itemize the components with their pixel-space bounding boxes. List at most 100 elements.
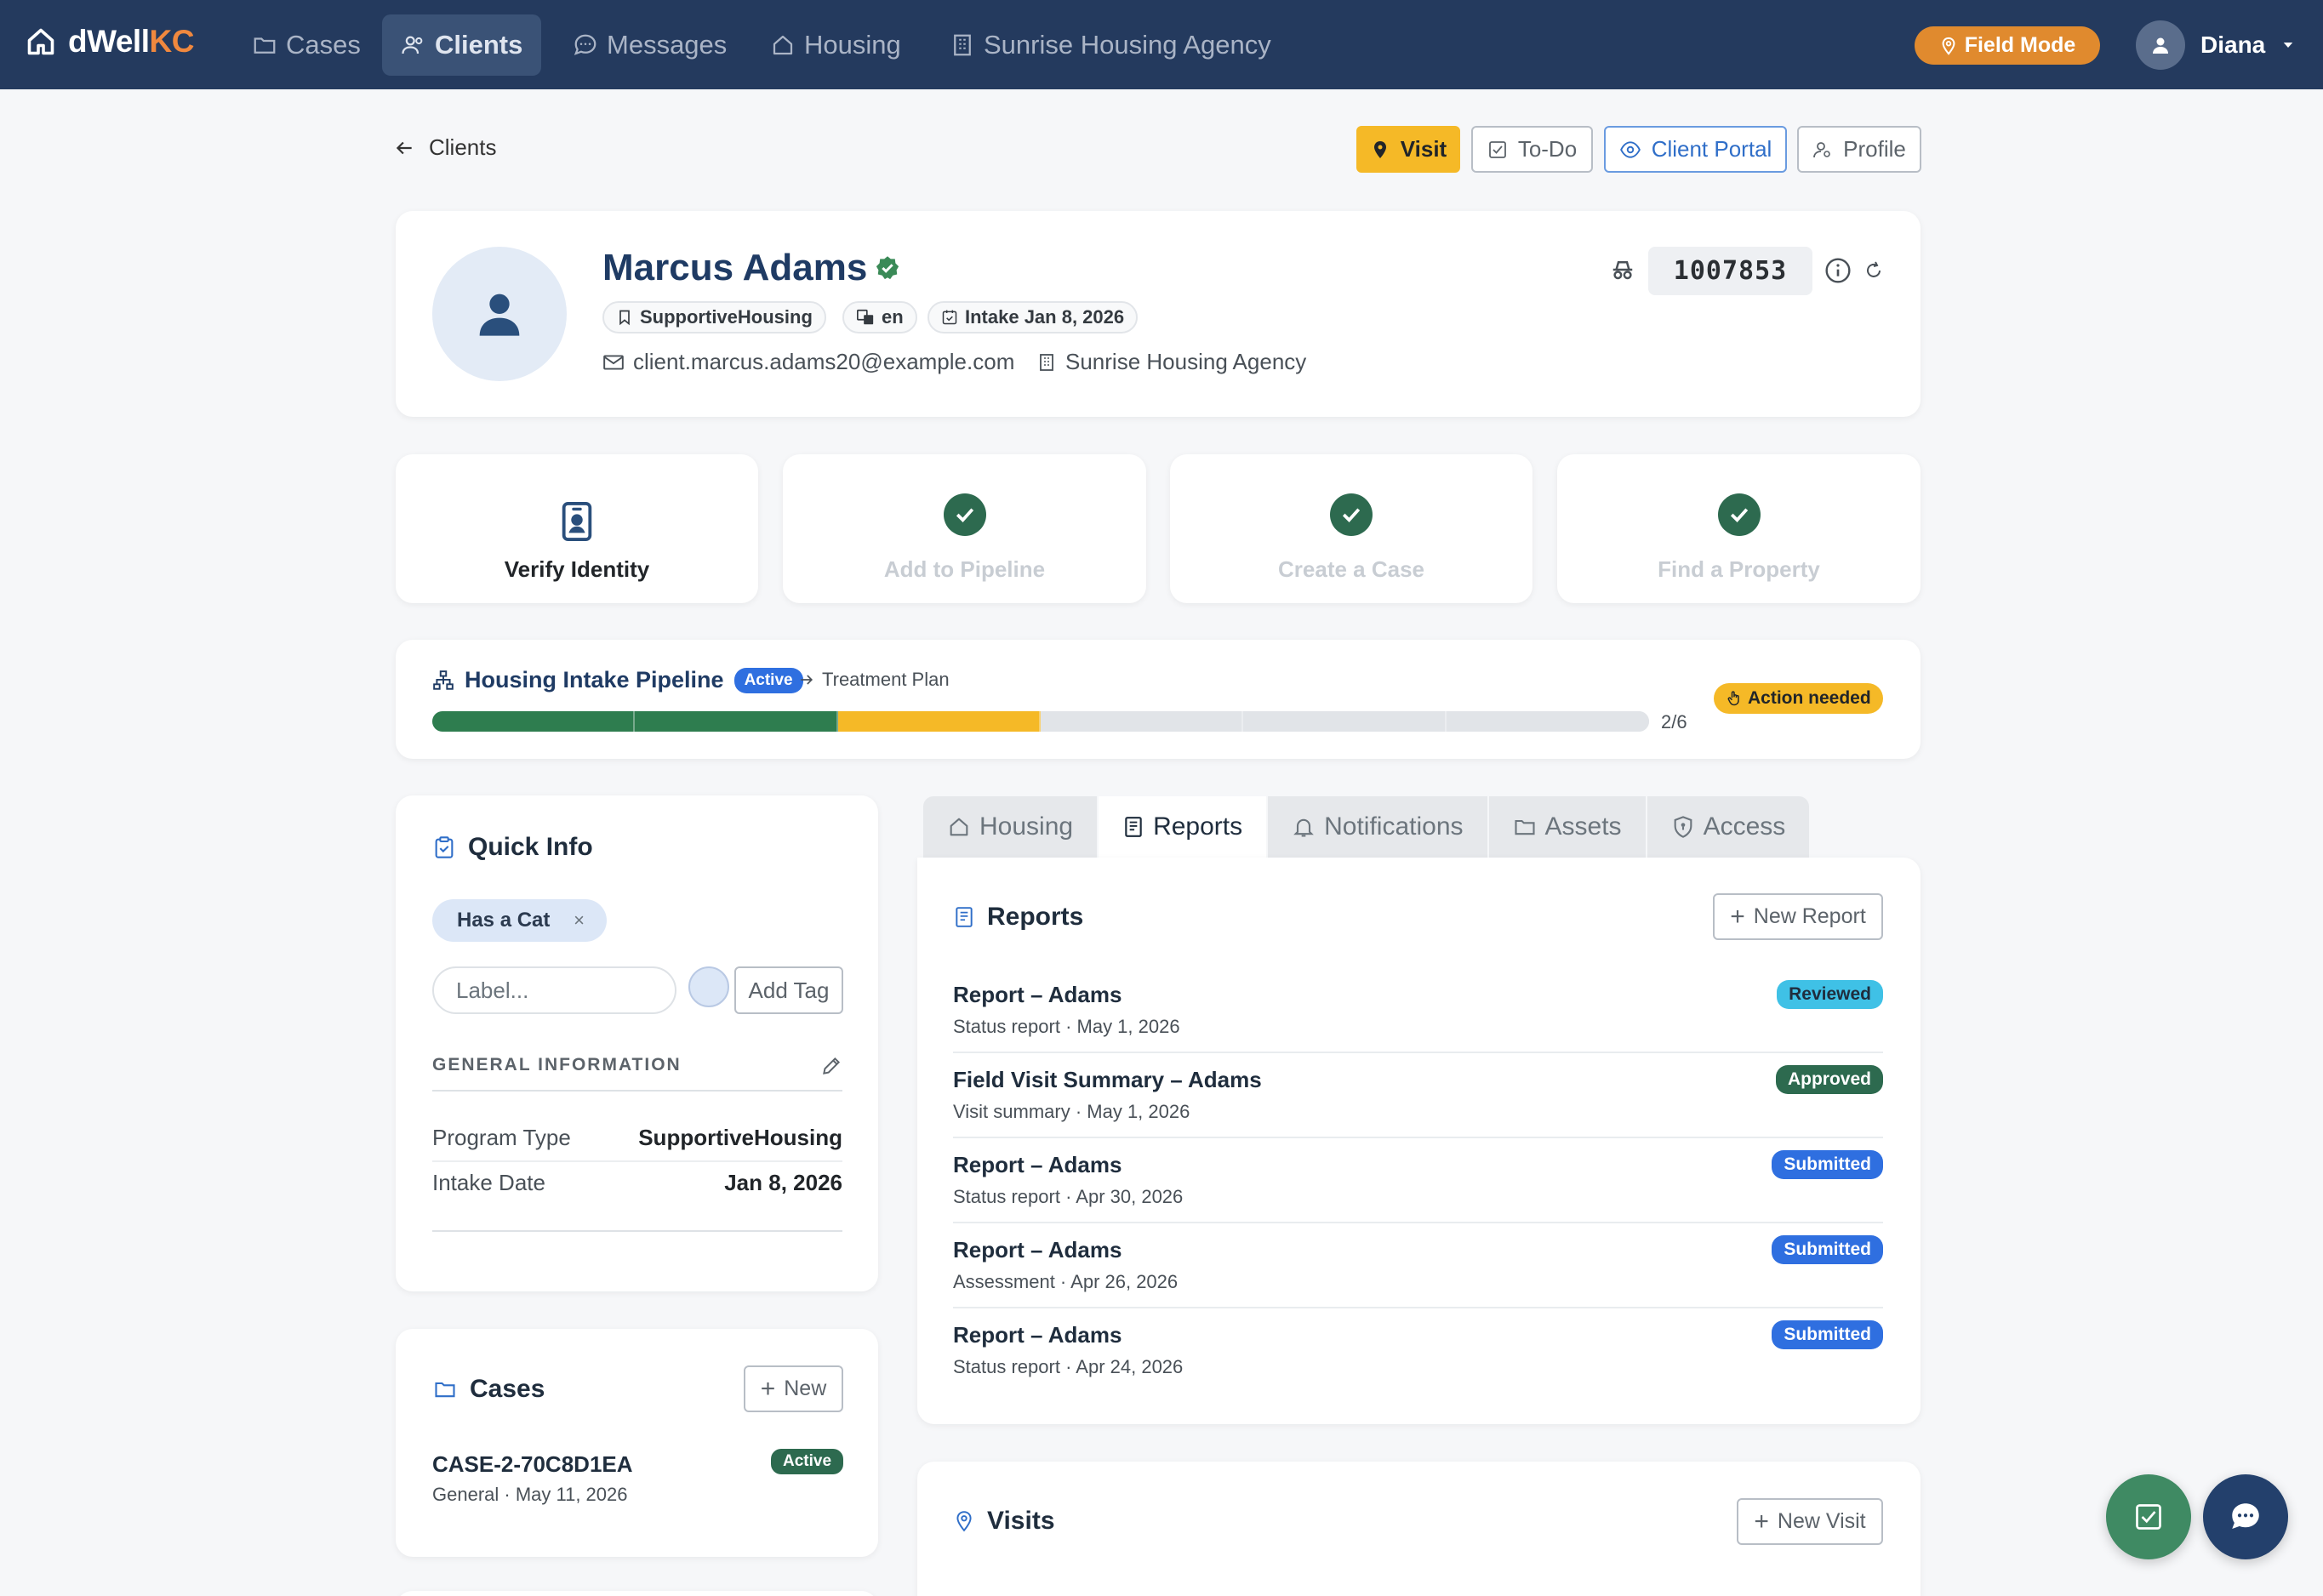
- program-chip: SupportiveHousing: [602, 301, 826, 333]
- back-to-clients-link[interactable]: Clients: [393, 134, 496, 161]
- refresh-icon[interactable]: [1864, 260, 1884, 281]
- tab-housing-label: Housing: [979, 812, 1074, 841]
- pipeline-next-stage: Treatment Plan: [798, 669, 950, 691]
- report-sub: Status report · May 1, 2026: [953, 1016, 1180, 1037]
- house-icon: [773, 35, 793, 55]
- back-label: Clients: [429, 134, 497, 160]
- plus-icon: +: [760, 1374, 776, 1403]
- document-icon: [956, 907, 973, 927]
- brand-logo[interactable]: dWellKC: [26, 24, 194, 60]
- new-visit-label: New Visit: [1777, 1509, 1866, 1533]
- new-case-button[interactable]: + New: [744, 1365, 843, 1412]
- quick-info-heading: Quick Info: [432, 833, 593, 862]
- field-mode-label: Field Mode: [1964, 33, 2076, 57]
- intake-date-row: Intake Date Jan 8, 2026: [432, 1170, 842, 1196]
- document-icon: [1125, 817, 1142, 837]
- divider: [432, 1230, 842, 1232]
- add-to-pipeline-tile[interactable]: Add to Pipeline: [783, 454, 1146, 603]
- pipeline-segment-pending: [1446, 711, 1649, 732]
- new-visit-button[interactable]: + New Visit: [1737, 1498, 1883, 1545]
- divider: [432, 1160, 842, 1162]
- tab-reports[interactable]: Reports: [1099, 796, 1269, 858]
- pipeline-status-badge: Active: [733, 667, 803, 693]
- cases-card: [396, 1329, 878, 1557]
- tab-housing[interactable]: Housing: [923, 796, 1099, 858]
- add-tag-button[interactable]: Add Tag: [734, 966, 843, 1014]
- user-icon: [2153, 37, 2168, 54]
- status-badge: Approved: [1775, 1065, 1883, 1094]
- program-chip-label: SupportiveHousing: [640, 306, 813, 328]
- caret-down-icon: [2284, 43, 2293, 48]
- nav-messages[interactable]: Messages: [554, 14, 745, 76]
- cases-title: Cases: [470, 1375, 545, 1403]
- check-circle-icon: [1717, 493, 1761, 536]
- info-icon[interactable]: [1824, 257, 1852, 284]
- list-item[interactable]: Field Visit Summary – Adams Visit summar…: [953, 1053, 1883, 1138]
- find-property-tile[interactable]: Find a Property: [1557, 454, 1921, 603]
- client-portal-button[interactable]: Client Portal: [1604, 126, 1787, 173]
- new-report-button[interactable]: + New Report: [1713, 893, 1883, 940]
- visits-heading: Visits: [953, 1507, 1055, 1536]
- client-avatar: [432, 247, 567, 381]
- arrow-right-icon: [801, 675, 813, 685]
- quick-info-title: Quick Info: [468, 833, 593, 861]
- reports-heading: Reports: [953, 903, 1083, 932]
- action-needed-badge[interactable]: Action needed: [1714, 683, 1883, 714]
- remove-tag-icon[interactable]: ×: [574, 909, 585, 932]
- tag-color-picker[interactable]: [688, 966, 729, 1007]
- todo-fab-button[interactable]: [2106, 1474, 2191, 1559]
- building-icon: [954, 34, 971, 56]
- report-sub: Visit summary · May 1, 2026: [953, 1101, 1190, 1122]
- nav-clients[interactable]: Clients: [382, 14, 542, 76]
- arrow-left-icon: [396, 141, 412, 154]
- user-name: Diana: [2200, 31, 2266, 58]
- pipeline-segment-pending: [1040, 711, 1244, 732]
- tab-notifications[interactable]: Notifications: [1268, 796, 1489, 858]
- user-menu[interactable]: Diana: [2136, 20, 2296, 70]
- chat-icon: [2232, 1503, 2259, 1529]
- intake-chip: Intake Jan 8, 2026: [927, 301, 1139, 333]
- nav-housing[interactable]: Housing: [751, 14, 920, 76]
- tab-notifications-label: Notifications: [1324, 812, 1464, 841]
- tab-assets[interactable]: Assets: [1488, 796, 1647, 858]
- todo-button[interactable]: To-Do: [1471, 126, 1593, 173]
- program-type-label: Program Type: [432, 1125, 571, 1150]
- nav-cases[interactable]: Cases: [233, 14, 380, 76]
- pencil-icon[interactable]: [820, 1055, 842, 1077]
- list-item[interactable]: Report – Adams Status report · Apr 30, 2…: [953, 1138, 1883, 1223]
- profile-button[interactable]: Profile: [1797, 126, 1921, 173]
- nav-agency[interactable]: Sunrise Housing Agency: [931, 14, 1290, 76]
- reports-title: Reports: [987, 903, 1084, 931]
- status-badge: Submitted: [1772, 1150, 1883, 1179]
- pipeline-segment-done: [635, 711, 838, 732]
- chat-fab-button[interactable]: [2203, 1474, 2288, 1559]
- verify-identity-tile[interactable]: Verify Identity: [396, 454, 758, 603]
- folder-icon: [435, 1382, 455, 1398]
- visit-button[interactable]: Visit: [1356, 126, 1460, 173]
- tag-label-input[interactable]: Label...: [432, 966, 676, 1014]
- users-icon: [402, 36, 423, 54]
- list-item[interactable]: Report – Adams Status report · Apr 24, 2…: [953, 1308, 1883, 1394]
- nav-agency-label: Sunrise Housing Agency: [984, 30, 1271, 60]
- incognito-icon: [1610, 257, 1635, 282]
- folder-icon: [1514, 819, 1535, 835]
- status-badge: Submitted: [1772, 1235, 1883, 1264]
- chat-icon: [574, 34, 596, 55]
- client-email[interactable]: client.marcus.adams20@example.com: [602, 349, 1014, 375]
- tab-access[interactable]: Access: [1647, 796, 1810, 858]
- clipboard-check-icon: [435, 836, 454, 858]
- pipeline-title[interactable]: Housing Intake Pipeline Active: [432, 667, 803, 693]
- tag-has-a-cat: Has a Cat ×: [432, 899, 607, 942]
- field-mode-button[interactable]: Field Mode: [1915, 26, 2100, 65]
- client-agency: Sunrise Housing Agency: [1036, 349, 1306, 375]
- client-portal-label: Client Portal: [1651, 136, 1772, 162]
- list-item[interactable]: Report – Adams Status report · May 1, 20…: [953, 968, 1883, 1053]
- home-icon: [27, 28, 54, 55]
- create-case-tile[interactable]: Create a Case: [1170, 454, 1532, 603]
- map-pin-icon: [956, 1511, 972, 1532]
- case-code[interactable]: CASE-2-70C8D1EA: [432, 1451, 633, 1478]
- language-chip: en: [842, 301, 917, 333]
- pipeline-title-text: Housing Intake Pipeline: [465, 667, 724, 693]
- program-type-row: Program Type SupportiveHousing: [432, 1125, 842, 1151]
- list-item[interactable]: Report – Adams Assessment · Apr 26, 2026…: [953, 1223, 1883, 1308]
